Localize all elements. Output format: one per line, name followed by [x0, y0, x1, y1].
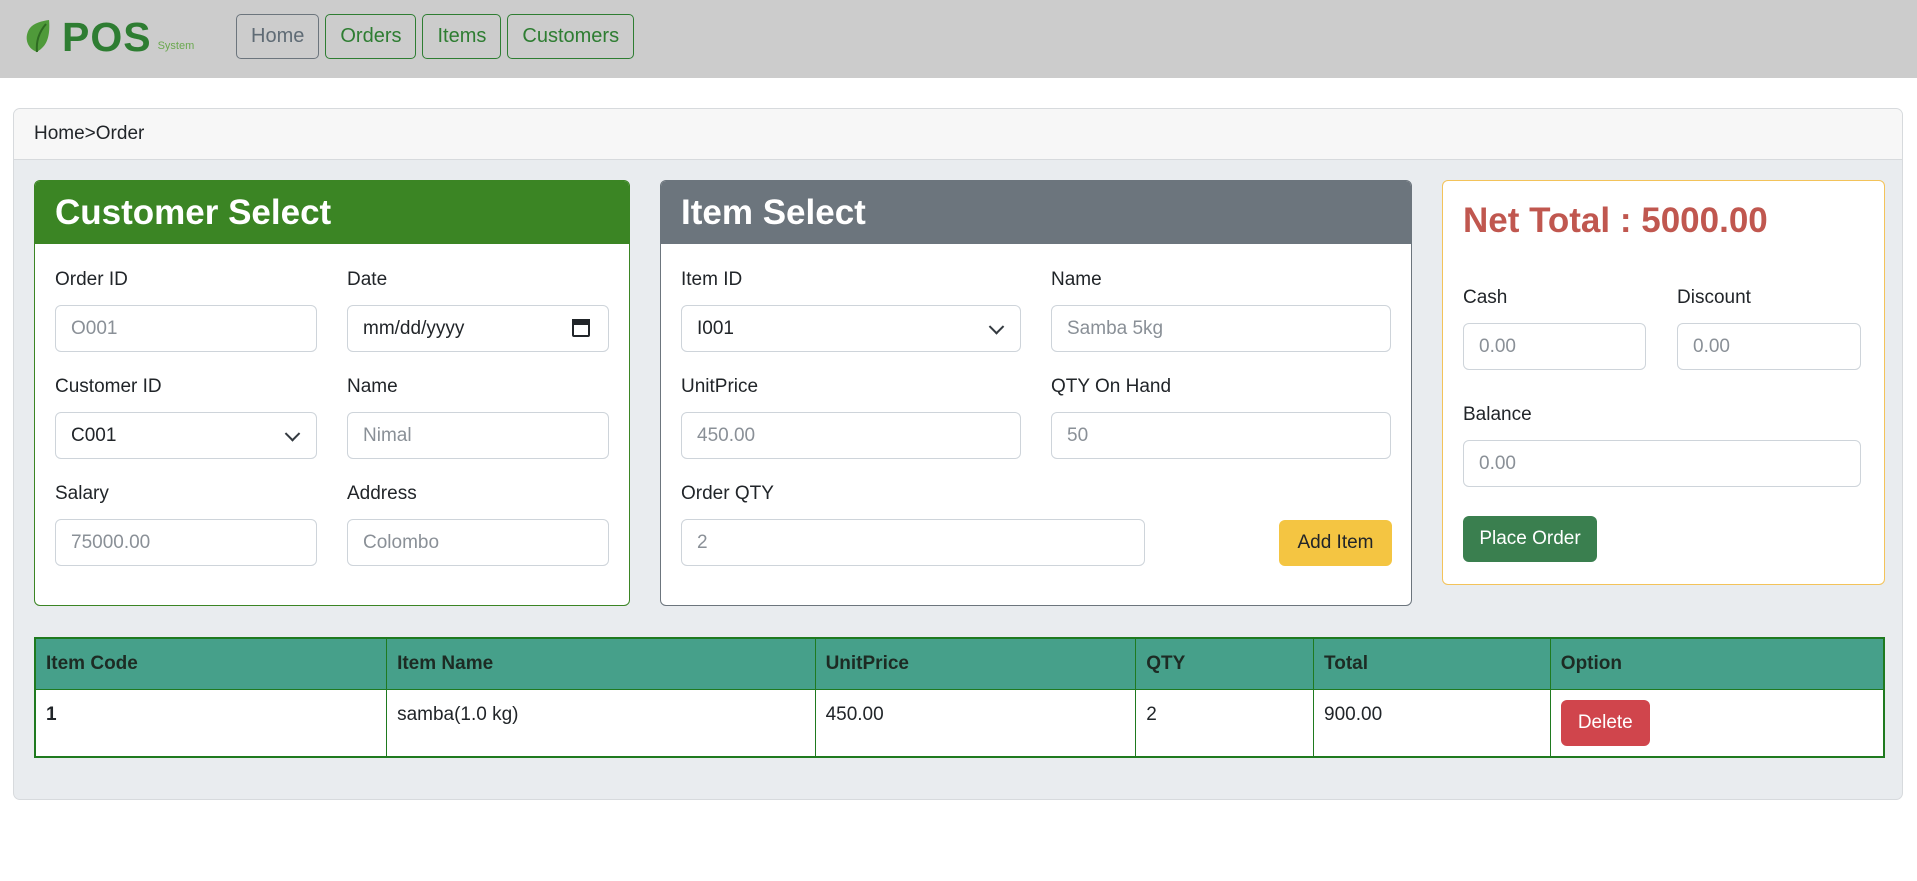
- qty-on-hand-group: QTY On Hand 50: [1051, 376, 1391, 459]
- nav-home-button[interactable]: Home: [236, 14, 320, 59]
- discount-label: Discount: [1677, 287, 1751, 308]
- cart-table: Item Code Item Name UnitPrice QTY Total …: [34, 637, 1885, 758]
- cell-item-name: samba(1.0 kg): [386, 688, 816, 758]
- cell-option: Delete: [1549, 688, 1885, 758]
- date-label: Date: [347, 269, 388, 290]
- column-header-qty: QTY: [1135, 637, 1315, 690]
- customer-name-group: Name Nimal: [347, 376, 609, 459]
- column-header-item-code: Item Code: [34, 637, 388, 690]
- address-group: Address Colombo: [347, 483, 609, 566]
- delete-button[interactable]: Delete: [1560, 699, 1650, 746]
- customer-id-group: Customer ID C001: [55, 376, 317, 459]
- customer-id-label: Customer ID: [55, 376, 162, 397]
- order-id-label: Order ID: [55, 269, 128, 290]
- chevron-down-icon: [284, 425, 301, 442]
- item-name-label: Name: [1051, 269, 1102, 290]
- main-nav: Home Orders Items Customers: [236, 14, 635, 59]
- brand-subtitle: System: [157, 40, 195, 52]
- leaf-icon: [26, 20, 50, 53]
- discount-input[interactable]: 0.00: [1677, 323, 1861, 370]
- item-select-panel: Item Select Item ID I001 Name Samba 5kg …: [660, 180, 1412, 606]
- column-header-option: Option: [1549, 637, 1885, 690]
- date-placeholder: mm/dd/yyyy: [363, 317, 465, 339]
- date-input[interactable]: mm/dd/yyyy: [347, 305, 609, 352]
- place-order-button[interactable]: Place Order: [1463, 516, 1597, 562]
- item-id-value: I001: [697, 317, 734, 339]
- chevron-down-icon: [988, 318, 1005, 335]
- cash-input[interactable]: 0.00: [1463, 323, 1646, 370]
- salary-group: Salary 75000.00: [55, 483, 317, 566]
- cell-unit-price: 450.00: [814, 688, 1137, 758]
- brand-name: POS: [62, 14, 152, 60]
- table-row: 1 samba(1.0 kg) 450.00 2 900.00 Delete: [34, 688, 1885, 758]
- cell-total: 900.00: [1313, 688, 1551, 758]
- date-group: Date mm/dd/yyyy: [347, 269, 609, 352]
- balance-input[interactable]: 0.00: [1463, 440, 1861, 487]
- cash-label: Cash: [1463, 287, 1508, 308]
- salary-input[interactable]: 75000.00: [55, 519, 317, 566]
- order-qty-group: Order QTY 2: [681, 483, 1145, 566]
- order-card: Home>Order Customer Select Order ID O001…: [13, 108, 1903, 800]
- table-header-row: Item Code Item Name UnitPrice QTY Total …: [34, 637, 1885, 690]
- customer-id-select[interactable]: C001: [55, 412, 317, 459]
- discount-group: Discount 0.00: [1677, 287, 1861, 370]
- top-navbar: POS System Home Orders Items Customers: [0, 0, 1917, 78]
- add-item-button[interactable]: Add Item: [1279, 520, 1392, 566]
- customer-id-value: C001: [71, 424, 117, 446]
- order-qty-input[interactable]: 2: [681, 519, 1145, 566]
- unit-price-label: UnitPrice: [681, 376, 759, 397]
- unit-price-group: UnitPrice 450.00: [681, 376, 1021, 459]
- item-select-title: Item Select: [661, 181, 1411, 244]
- brand-logo[interactable]: POS System: [22, 12, 194, 58]
- address-input[interactable]: Colombo: [347, 519, 609, 566]
- cell-item-code: 1: [34, 688, 388, 758]
- customer-select-panel: Customer Select Order ID O001 Date mm/dd…: [34, 180, 630, 606]
- customer-select-title: Customer Select: [35, 181, 629, 244]
- breadcrumb: Home>Order: [14, 109, 1902, 160]
- column-header-unit-price: UnitPrice: [814, 637, 1137, 690]
- cash-group: Cash 0.00: [1463, 287, 1646, 370]
- item-name-input[interactable]: Samba 5kg: [1051, 305, 1391, 352]
- nav-customers-button[interactable]: Customers: [507, 14, 635, 59]
- balance-group: Balance 0.00: [1463, 404, 1861, 487]
- address-label: Address: [347, 483, 417, 504]
- unit-price-input[interactable]: 450.00: [681, 412, 1021, 459]
- item-id-select[interactable]: I001: [681, 305, 1021, 352]
- calendar-icon[interactable]: [572, 319, 590, 337]
- net-total: Net Total : 5000.00: [1463, 201, 1768, 240]
- column-header-total: Total: [1313, 637, 1551, 690]
- customer-name-label: Name: [347, 376, 398, 397]
- cell-qty: 2: [1135, 688, 1315, 758]
- qty-on-hand-label: QTY On Hand: [1051, 376, 1172, 397]
- item-name-group: Name Samba 5kg: [1051, 269, 1391, 352]
- qty-on-hand-input[interactable]: 50: [1051, 412, 1391, 459]
- column-header-item-name: Item Name: [386, 637, 816, 690]
- item-id-label: Item ID: [681, 269, 743, 290]
- salary-label: Salary: [55, 483, 109, 504]
- totals-panel: Net Total : 5000.00 Cash 0.00 Discount 0…: [1442, 180, 1885, 585]
- order-id-group: Order ID O001: [55, 269, 317, 352]
- nav-orders-button[interactable]: Orders: [325, 14, 417, 59]
- item-id-group: Item ID I001: [681, 269, 1021, 352]
- customer-name-input[interactable]: Nimal: [347, 412, 609, 459]
- order-qty-label: Order QTY: [681, 483, 774, 504]
- balance-label: Balance: [1463, 404, 1532, 425]
- order-id-input[interactable]: O001: [55, 305, 317, 352]
- nav-items-button[interactable]: Items: [422, 14, 502, 59]
